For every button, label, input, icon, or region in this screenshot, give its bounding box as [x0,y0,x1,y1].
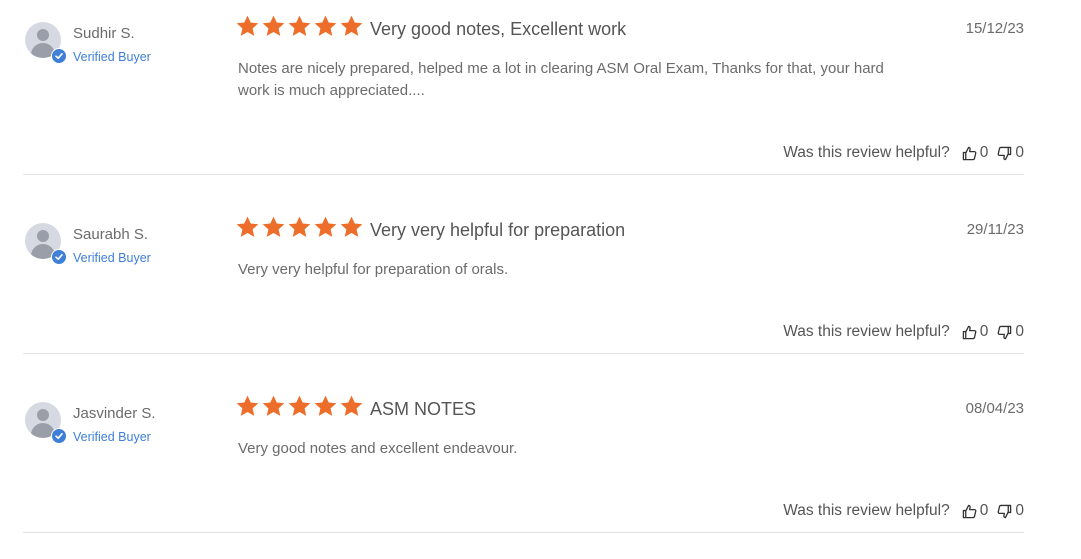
thumbs-up-icon [962,504,977,518]
review-divider [23,174,1024,175]
thumbs-up-icon [962,146,977,160]
review-title: Very good notes, Excellent work [370,19,627,39]
reviewer-name: Saurabh S. [73,226,149,243]
thumbs-up-icon [962,325,977,339]
helpful-row: Was this review helpful? 0 0 [783,144,1024,162]
star-icon [314,15,337,36]
helpful-row: Was this review helpful? 0 0 [783,323,1024,341]
review-date: 15/12/23 [965,20,1024,37]
star-icon [262,15,285,36]
review-date: 08/04/23 [965,400,1024,417]
helpful-yes-count: 0 [979,502,989,519]
thumbs-down-icon [997,504,1012,518]
helpful-yes-count: 0 [979,144,989,161]
star-rating [235,394,364,420]
star-icon [288,216,311,237]
helpful-no-count: 0 [1015,144,1024,161]
star-rating [235,14,364,40]
review-card: Saurabh S. Verified Buyer Very very help… [23,201,1024,380]
review-body: Very good notes and excellent endeavour. [238,440,518,457]
thumbs-down-button[interactable]: 0 [997,144,1024,162]
reviewer-name: Sudhir S. [73,25,135,42]
helpful-yes-count: 0 [979,323,989,340]
star-icon [288,15,311,36]
thumbs-up-button[interactable]: 0 [962,502,989,520]
helpful-no-count: 0 [1015,502,1024,519]
verified-check-icon [51,428,67,444]
verified-check-icon [51,48,67,64]
star-icon [288,395,311,416]
star-icon [340,216,363,237]
helpful-prompt: Was this review helpful? [783,144,950,161]
helpful-row: Was this review helpful? 0 0 [783,502,1024,520]
verified-buyer-label: Verified Buyer [73,430,151,444]
review-body: Notes are nicely prepared, helped me a l… [238,60,884,99]
star-icon [340,15,363,36]
star-icon [236,395,259,416]
star-icon [314,216,337,237]
star-rating [235,215,364,241]
helpful-prompt: Was this review helpful? [783,502,950,519]
thumbs-up-button[interactable]: 0 [962,144,989,162]
review-card: Sudhir S. Verified Buyer Very good notes… [23,0,1024,179]
helpful-no-count: 0 [1015,323,1024,340]
thumbs-down-icon [997,146,1012,160]
star-icon [236,15,259,36]
review-card: Jasvinder S. Verified Buyer ASM NOTES 08… [23,380,1024,559]
star-icon [236,216,259,237]
star-icon [340,395,363,416]
star-icon [262,395,285,416]
review-divider [23,532,1024,533]
thumbs-up-button[interactable]: 0 [962,323,989,341]
review-title: ASM NOTES [370,399,477,419]
star-icon [314,395,337,416]
thumbs-down-button[interactable]: 0 [997,323,1024,341]
review-divider [23,353,1024,354]
helpful-prompt: Was this review helpful? [783,323,950,340]
review-title: Very very helpful for preparation [370,220,626,240]
thumbs-down-button[interactable]: 0 [997,502,1024,520]
review-body: Very very helpful for preparation of ora… [238,261,509,278]
verified-buyer-label: Verified Buyer [73,251,151,265]
star-icon [262,216,285,237]
reviewer-name: Jasvinder S. [73,405,156,422]
verified-buyer-label: Verified Buyer [73,50,151,64]
verified-check-icon [51,249,67,265]
review-date: 29/11/23 [966,221,1024,238]
thumbs-down-icon [997,325,1012,339]
